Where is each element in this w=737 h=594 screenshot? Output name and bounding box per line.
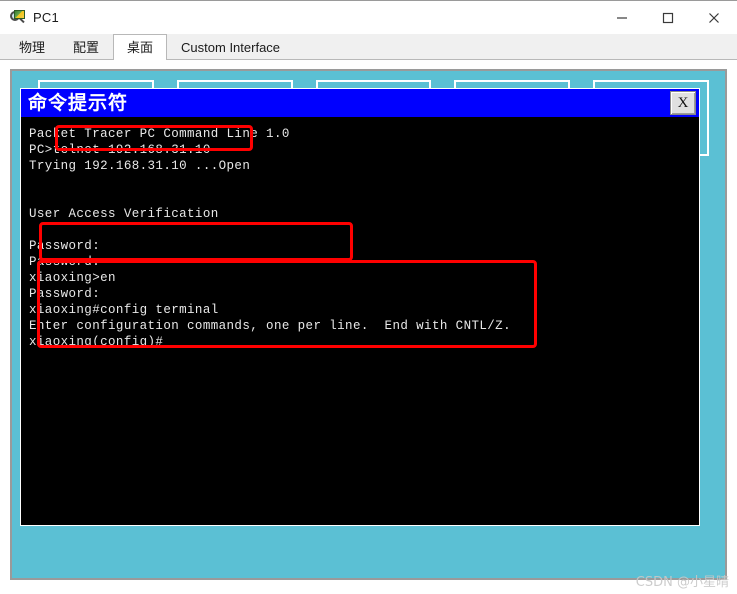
tab-desktop[interactable]: 桌面 (113, 34, 168, 60)
window-title: PC1 (33, 10, 59, 25)
maximize-button[interactable] (645, 1, 691, 34)
close-button[interactable] (691, 1, 737, 34)
console-line: Trying 192.168.31.10 ...Open (29, 159, 251, 173)
console-line: xiaoxing#config terminal (29, 303, 219, 317)
tab-custom-interface[interactable]: Custom Interface (167, 34, 295, 59)
terminal-titlebar: 命令提示符 X (21, 89, 699, 117)
minimize-icon (617, 16, 627, 19)
console-output: Packet Tracer PC Command Line 1.0 PC>teln… (29, 126, 699, 350)
tab-config[interactable]: 配置 (59, 34, 114, 59)
console-line: xiaoxing>en (29, 271, 116, 285)
pc1-window: PC1 物理 配置 桌面 Custom Interface 命令提示符 X Pa… (0, 0, 737, 594)
titlebar-left-group: PC1 (0, 9, 59, 26)
console-line: Password: (29, 255, 101, 269)
console-line: xiaoxing(config)# (29, 335, 164, 349)
content-area: 命令提示符 X Packet Tracer PC Command Line 1.… (0, 60, 737, 594)
command-prompt-window: 命令提示符 X Packet Tracer PC Command Line 1.… (20, 88, 700, 526)
terminal-body[interactable]: Packet Tracer PC Command Line 1.0 PC>teln… (21, 117, 699, 525)
console-line: Packet Tracer PC Command Line 1.0 (29, 127, 290, 141)
window-titlebar: PC1 (0, 0, 737, 34)
tab-physical[interactable]: 物理 (5, 34, 60, 59)
terminal-close-button[interactable]: X (670, 91, 696, 115)
tab-bar: 物理 配置 桌面 Custom Interface (0, 34, 737, 60)
console-line: Password: (29, 239, 101, 253)
minimize-button[interactable] (599, 1, 645, 34)
console-line: PC>telnet 192.168.31.10 (29, 143, 211, 157)
console-line: User Access Verification (29, 207, 219, 221)
desktop-panel: 命令提示符 X Packet Tracer PC Command Line 1.… (10, 69, 727, 580)
close-icon (709, 12, 719, 23)
magnifier-pc-icon (10, 9, 26, 26)
console-line: Enter configuration commands, one per li… (29, 319, 511, 333)
window-controls (599, 1, 737, 34)
console-line: Password: (29, 287, 101, 301)
terminal-title: 命令提示符 (28, 91, 129, 114)
maximize-icon (662, 12, 674, 23)
